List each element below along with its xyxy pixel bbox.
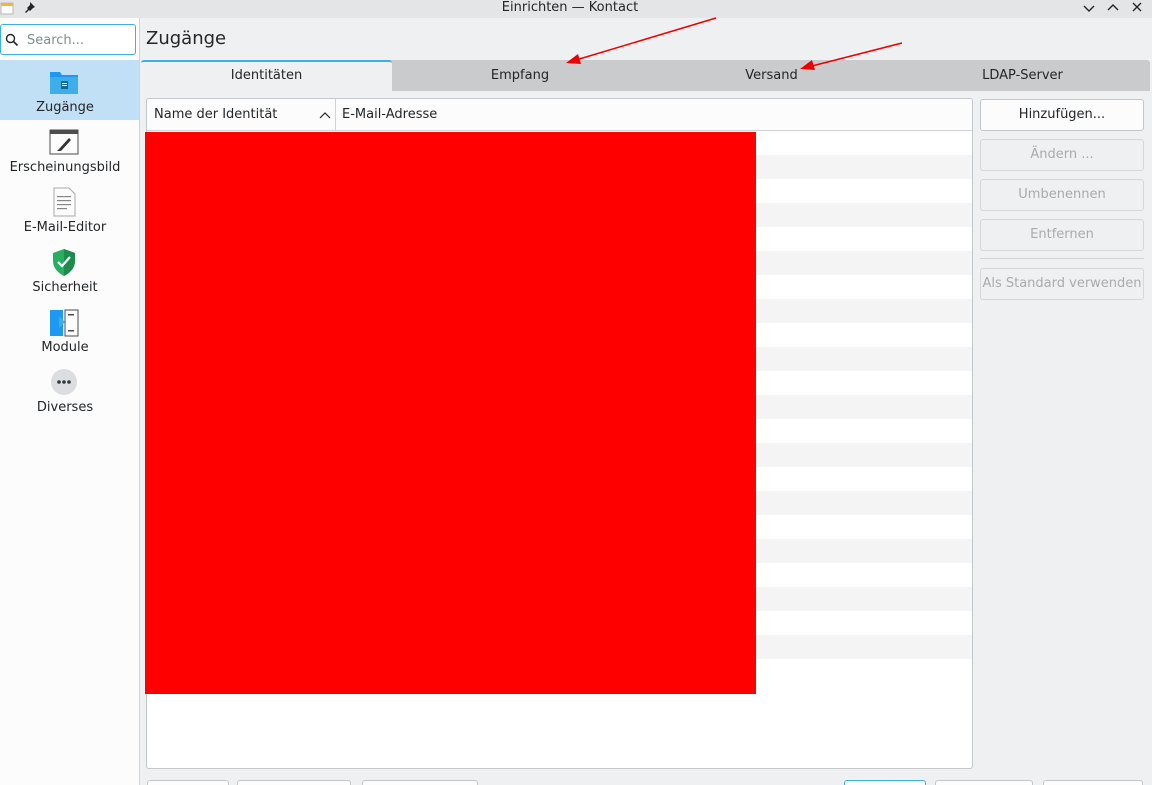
sort-ascending-icon	[319, 112, 331, 119]
dialog-help-button[interactable]	[147, 780, 229, 785]
dialog-apply-button[interactable]	[935, 780, 1033, 785]
minimize-icon[interactable]	[1081, 1, 1097, 15]
modify-identity-button[interactable]: Ändern ...	[980, 139, 1144, 171]
sidebar-item-email-editor[interactable]: E-Mail-Editor	[0, 180, 139, 240]
sidebar-item-label: Module	[41, 340, 89, 355]
tab-receiving[interactable]: Empfang	[392, 60, 648, 91]
modules-icon	[50, 309, 79, 337]
sidebar-item-label: Diverses	[36, 400, 94, 415]
dialog-cancel-button[interactable]	[1043, 780, 1143, 785]
page-title: Zugänge	[146, 28, 227, 49]
add-identity-button[interactable]: Hinzufügen...	[980, 99, 1144, 131]
appearance-brush-icon	[49, 129, 79, 155]
button-divider	[980, 258, 1144, 259]
dialog-defaults-button[interactable]	[237, 780, 351, 785]
column-header-identity-name[interactable]: Name der Identität	[147, 99, 335, 131]
column-header-email-address[interactable]: E-Mail-Adresse	[335, 99, 972, 131]
search-field[interactable]	[0, 24, 136, 55]
annotation-arrow-empfang	[566, 17, 717, 64]
set-default-button[interactable]: Als Standard verwenden	[980, 268, 1144, 300]
tab-sending[interactable]: Versand	[648, 60, 895, 91]
sidebar-item-appearance[interactable]: Erscheinungsbild	[0, 120, 139, 180]
search-icon	[5, 33, 19, 47]
sidebar-item-label: Zugänge	[36, 100, 94, 115]
sidebar-item-accounts[interactable]: Zugänge	[0, 60, 139, 120]
security-shield-icon	[53, 249, 75, 276]
maximize-icon[interactable]	[1105, 1, 1121, 15]
title-bar: Einrichten — Kontact	[0, 0, 1152, 18]
remove-identity-button[interactable]: Entfernen	[980, 219, 1144, 251]
redaction-overlay	[145, 132, 756, 694]
sidebar-item-label: Sicherheit	[32, 280, 98, 295]
dialog-ok-button[interactable]	[844, 780, 926, 785]
window-title: Einrichten — Kontact	[501, 0, 639, 15]
search-input[interactable]	[27, 30, 131, 50]
dialog-reset-button[interactable]	[362, 780, 478, 785]
list-header: Name der Identität E-Mail-Adresse	[147, 99, 972, 131]
sidebar-item-label: Erscheinungsbild	[9, 160, 121, 175]
close-icon[interactable]	[1129, 1, 1145, 15]
sidebar-item-label: E-Mail-Editor	[23, 220, 107, 235]
tab-ldap-server[interactable]: LDAP-Server	[895, 60, 1150, 91]
sidebar-item-misc[interactable]: Diverses	[0, 360, 139, 420]
more-dots-icon	[51, 369, 77, 395]
accounts-folder-icon	[50, 72, 78, 94]
sidebar-item-security[interactable]: Sicherheit	[0, 240, 139, 300]
tab-bar: Identitäten Empfang Versand LDAP-Server	[141, 60, 1150, 91]
category-sidebar: Zugänge Erscheinungsbild E-Mail-Editor S…	[0, 18, 140, 785]
tab-identities[interactable]: Identitäten	[141, 60, 392, 91]
email-editor-document-icon	[53, 187, 76, 217]
rename-identity-button[interactable]: Umbenennen	[980, 179, 1144, 211]
sidebar-item-modules[interactable]: Module	[0, 300, 139, 360]
